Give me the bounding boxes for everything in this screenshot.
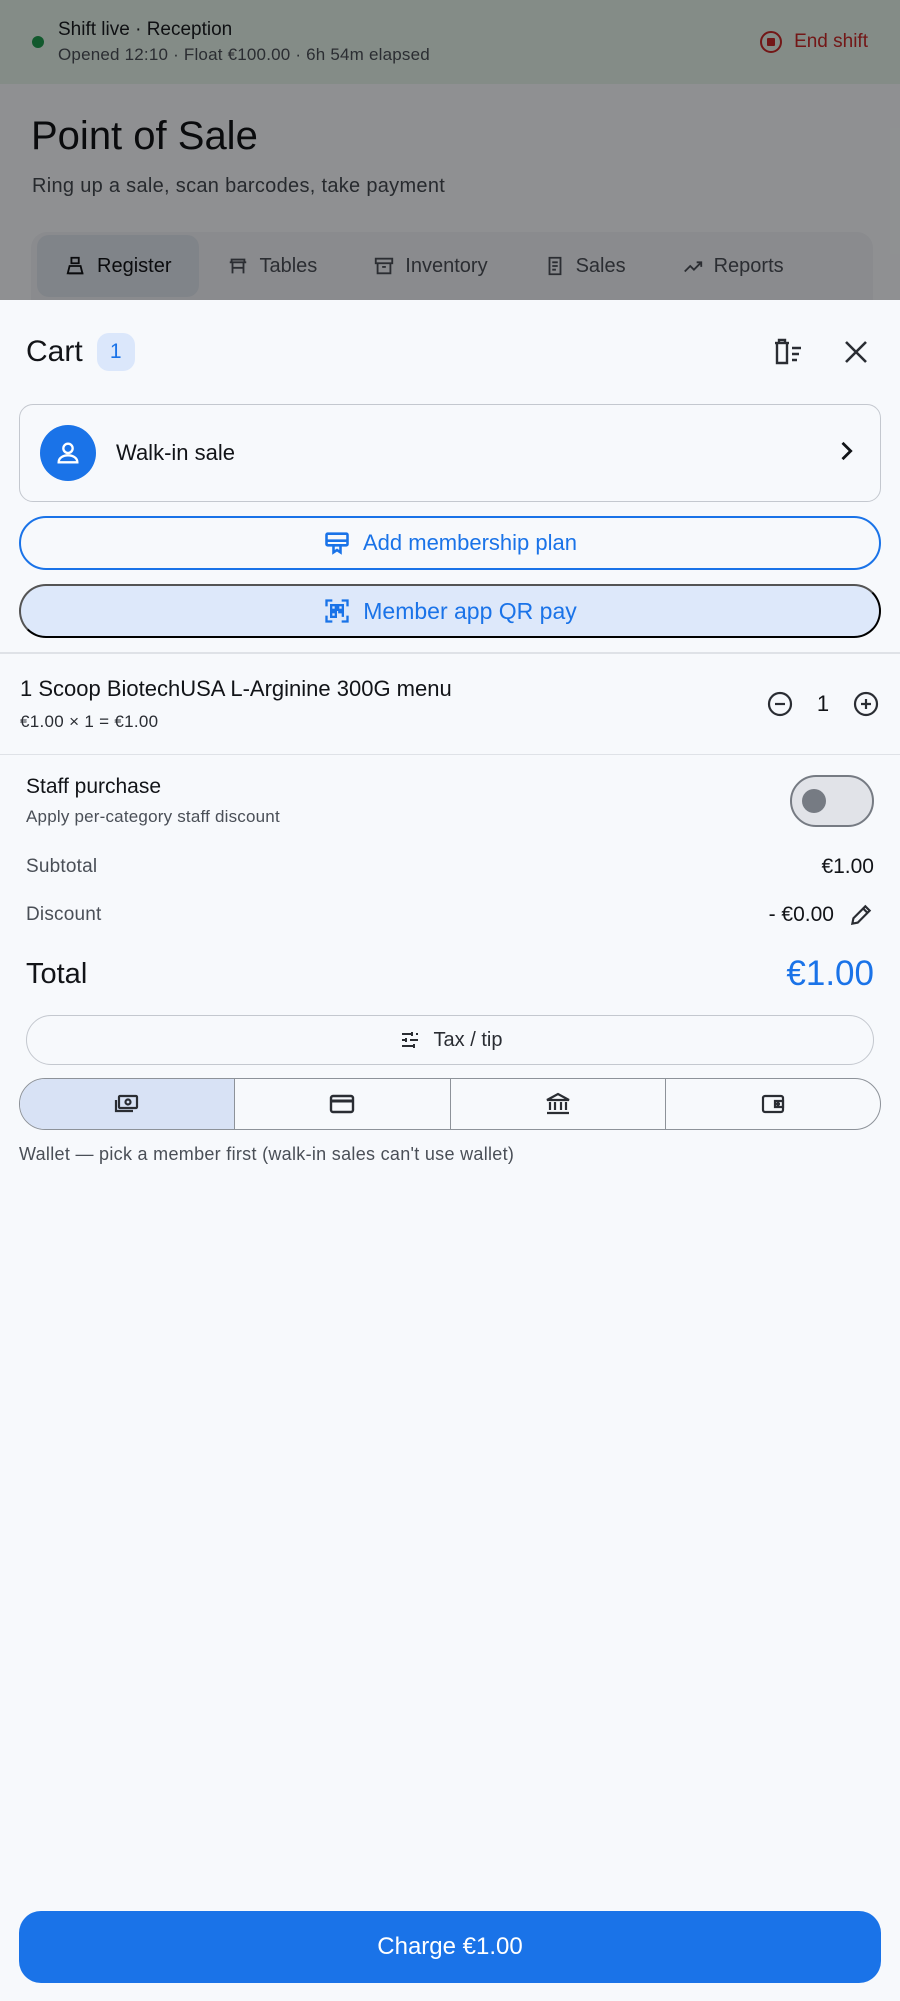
staff-purchase-toggle[interactable] [790, 775, 874, 827]
cart-item-price-detail: €1.00 × 1 = €1.00 [20, 711, 159, 731]
staff-purchase-subtitle: Apply per-category staff discount [26, 807, 280, 826]
cart-count-badge: 1 [96, 333, 135, 371]
tax-tip-label: Tax / tip [433, 1028, 503, 1051]
total-label: Total [26, 957, 88, 990]
wallet-icon [761, 1094, 784, 1114]
tax-tip-button[interactable]: Tax / tip [26, 1015, 874, 1065]
bank-icon [546, 1092, 570, 1115]
cart-header: Cart 1 [0, 300, 900, 404]
discount-value: - €0.00 [768, 903, 834, 926]
staff-purchase-row: Staff purchase Apply per-category staff … [0, 775, 900, 827]
quantity-stepper: 1 [766, 690, 880, 718]
add-membership-plan-label: Add membership plan [362, 530, 577, 555]
quantity-value: 1 [816, 690, 830, 716]
modal-scrim[interactable] [0, 0, 900, 300]
subtotal-row: Subtotal €1.00 [0, 843, 900, 891]
add-membership-plan-button[interactable]: Add membership plan [19, 516, 881, 570]
total-value: €1.00 [786, 954, 874, 993]
subtotal-value: €1.00 [821, 855, 874, 878]
cart-title: Cart [26, 335, 83, 368]
payment-method-cash[interactable] [20, 1079, 236, 1129]
clear-cart-icon[interactable] [770, 334, 806, 370]
subtotal-label: Subtotal [26, 856, 98, 877]
chevron-right-icon [841, 441, 853, 460]
charge-button[interactable]: Charge €1.00 [19, 1911, 881, 1983]
card-icon [330, 1094, 355, 1114]
cart-item-name: 1 Scoop BiotechUSA L-Arginine 300G menu [20, 675, 452, 701]
staff-purchase-title: Staff purchase [26, 775, 162, 798]
qr-scan-icon [325, 599, 349, 623]
payment-method-selector [19, 1078, 881, 1130]
close-icon[interactable] [838, 334, 874, 370]
customer-name: Walk-in sale [116, 440, 235, 465]
payment-method-card[interactable] [235, 1079, 451, 1129]
sliders-icon [401, 1032, 418, 1048]
cash-icon [115, 1094, 139, 1113]
avatar [40, 425, 96, 481]
wallet-note: Wallet — pick a member first (walk-in sa… [19, 1144, 515, 1164]
cart-sheet: Cart 1 Walk-in sale Add membership plan … [0, 300, 900, 2001]
person-icon [57, 442, 79, 464]
customer-selector[interactable]: Walk-in sale [19, 404, 881, 502]
payment-method-bank[interactable] [451, 1079, 666, 1129]
discount-row: Discount - €0.00 [0, 891, 900, 939]
plus-circle-icon[interactable] [852, 690, 880, 718]
edit-pencil-icon[interactable] [848, 902, 874, 928]
membership-card-icon [325, 532, 349, 555]
minus-circle-icon[interactable] [766, 690, 794, 718]
payment-method-wallet[interactable] [666, 1079, 880, 1129]
cart-item-row: 1 Scoop BiotechUSA L-Arginine 300G menu … [0, 654, 900, 754]
discount-label: Discount [26, 904, 102, 925]
member-app-qr-pay-label: Member app QR pay [363, 597, 577, 624]
total-row: Total €1.00 [0, 943, 900, 1005]
divider [0, 753, 900, 755]
member-app-qr-pay-button[interactable]: Member app QR pay [19, 584, 881, 638]
